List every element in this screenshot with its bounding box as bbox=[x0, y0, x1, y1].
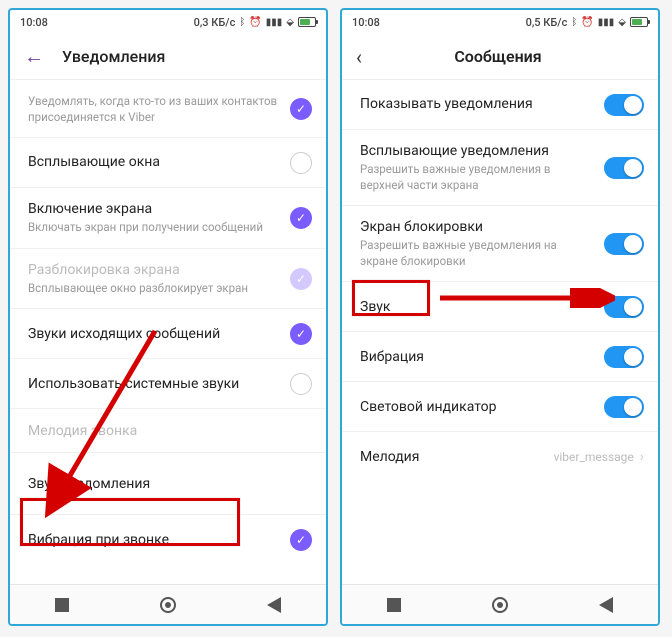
clock: 10:08 bbox=[20, 16, 48, 29]
battery-icon bbox=[630, 17, 648, 27]
page-title: Сообщения bbox=[352, 47, 644, 66]
checkbox-icon[interactable]: ✓ bbox=[290, 207, 312, 229]
row-label: Мелодия bbox=[360, 448, 542, 466]
row-led-indicator[interactable]: Световой индикатор bbox=[342, 382, 658, 432]
settings-list: Показывать уведомления Всплывающие уведо… bbox=[342, 80, 658, 584]
navbar bbox=[342, 584, 658, 624]
row-label: Всплывающие окна bbox=[28, 153, 278, 171]
row-sub: Всплывающее окно разблокирует экран bbox=[28, 281, 278, 297]
row-label: Мелодия звонка bbox=[28, 422, 300, 440]
wifi-icon: ⬙ bbox=[618, 17, 626, 28]
row-vibration[interactable]: Вибрация bbox=[342, 332, 658, 382]
row-label: Показывать уведомления bbox=[360, 95, 592, 113]
phone-right: 10:08 0,5 КБ/с ᛒ ⏰ ▮▮▮ ⬙ ‹ Сообщения Пок… bbox=[340, 8, 660, 626]
checkbox-icon[interactable]: ✓ bbox=[290, 323, 312, 345]
data-speed: 0,5 КБ/с bbox=[526, 16, 568, 29]
toggle[interactable] bbox=[604, 157, 644, 179]
toggle[interactable] bbox=[604, 346, 644, 368]
row-label: Вибрация при звонке bbox=[28, 531, 278, 549]
row-label: Использовать системные звуки bbox=[28, 375, 278, 393]
nav-home[interactable] bbox=[160, 597, 176, 613]
checkbox-icon[interactable]: ✓ bbox=[290, 529, 312, 551]
statusbar: 10:08 0,3 КБ/с ᛒ ⏰ ▮▮▮ ⬙ bbox=[10, 10, 326, 34]
toggle[interactable] bbox=[604, 94, 644, 116]
battery-icon bbox=[298, 17, 316, 27]
alarm-icon: ⏰ bbox=[581, 17, 593, 28]
row-label: Всплывающие уведомления bbox=[360, 142, 592, 160]
row-label: Включение экрана bbox=[28, 200, 278, 218]
row-label: Вибрация bbox=[360, 348, 592, 366]
alarm-icon: ⏰ bbox=[249, 17, 261, 28]
phone-left: 10:08 0,3 КБ/с ᛒ ⏰ ▮▮▮ ⬙ ← Уведомления У… bbox=[8, 8, 328, 626]
toggle[interactable] bbox=[604, 233, 644, 255]
nav-home[interactable] bbox=[492, 597, 508, 613]
nav-recents[interactable] bbox=[55, 598, 69, 612]
row-label: Световой индикатор bbox=[360, 398, 592, 416]
page-title: Уведомления bbox=[62, 47, 165, 66]
row-sub: Разрешить важные уведомления на экране б… bbox=[360, 238, 592, 269]
checkbox-icon[interactable] bbox=[290, 152, 312, 174]
row-screen-on[interactable]: Включение экрана Включать экран при полу… bbox=[10, 188, 326, 249]
row-outgoing-sounds[interactable]: Звуки исходящих сообщений ✓ bbox=[10, 309, 326, 359]
checkbox-icon[interactable] bbox=[290, 373, 312, 395]
header: ← Уведомления bbox=[10, 34, 326, 80]
row-label: Экран блокировки bbox=[360, 218, 592, 236]
row-unlock-screen[interactable]: Разблокировка экрана Всплывающее окно ра… bbox=[10, 249, 326, 310]
chevron-right-icon: › bbox=[640, 449, 644, 465]
row-label: Звуки исходящих сообщений bbox=[28, 325, 278, 343]
navbar bbox=[10, 584, 326, 624]
wifi-icon: ⬙ bbox=[286, 17, 294, 28]
settings-list: Уведомлять, когда кто-то из ваших контак… bbox=[10, 80, 326, 584]
clock: 10:08 bbox=[352, 16, 380, 29]
row-lock-screen[interactable]: Экран блокировки Разрешить важные уведом… bbox=[342, 206, 658, 282]
row-popup-notifications[interactable]: Всплывающие уведомления Разрешить важные… bbox=[342, 130, 658, 206]
row-show-notifications[interactable]: Показывать уведомления bbox=[342, 80, 658, 130]
header: ‹ Сообщения bbox=[342, 34, 658, 80]
row-label: Звук уведомления bbox=[28, 475, 300, 493]
row-system-sounds[interactable]: Использовать системные звуки bbox=[10, 359, 326, 409]
bluetooth-icon: ᛒ bbox=[571, 17, 577, 28]
signal-icon: ▮▮▮ bbox=[266, 17, 283, 28]
row-contact-joined[interactable]: Уведомлять, когда кто-то из ваших контак… bbox=[10, 80, 326, 138]
row-sub: Уведомлять, когда кто-то из ваших контак… bbox=[28, 94, 278, 125]
bluetooth-icon: ᛒ bbox=[239, 17, 245, 28]
toggle[interactable] bbox=[604, 396, 644, 418]
nav-recents[interactable] bbox=[387, 598, 401, 612]
checkbox-icon[interactable]: ✓ bbox=[290, 98, 312, 120]
row-vibrate-on-call[interactable]: Вибрация при звонке ✓ bbox=[10, 515, 326, 565]
checkbox-icon: ✓ bbox=[290, 268, 312, 290]
nav-back[interactable] bbox=[267, 597, 281, 613]
row-ringtone[interactable]: Мелодия звонка bbox=[10, 409, 326, 453]
row-melody[interactable]: Мелодия viber_message › bbox=[342, 432, 658, 482]
row-label: Звук bbox=[360, 298, 592, 316]
nav-back[interactable] bbox=[599, 597, 613, 613]
row-sound[interactable]: Звук bbox=[342, 282, 658, 332]
row-notification-sound[interactable]: Звук уведомления bbox=[10, 453, 326, 515]
row-sub: Включать экран при получении сообщений bbox=[28, 220, 278, 236]
data-speed: 0,3 КБ/с bbox=[194, 16, 236, 29]
row-value: viber_message bbox=[554, 450, 634, 464]
statusbar: 10:08 0,5 КБ/с ᛒ ⏰ ▮▮▮ ⬙ bbox=[342, 10, 658, 34]
row-popup-windows[interactable]: Всплывающие окна bbox=[10, 138, 326, 188]
toggle[interactable] bbox=[604, 296, 644, 318]
back-button[interactable]: ← bbox=[24, 44, 44, 69]
signal-icon: ▮▮▮ bbox=[598, 17, 615, 28]
row-sub: Разрешить важные уведомления в верхней ч… bbox=[360, 162, 592, 193]
row-label: Разблокировка экрана bbox=[28, 261, 278, 279]
